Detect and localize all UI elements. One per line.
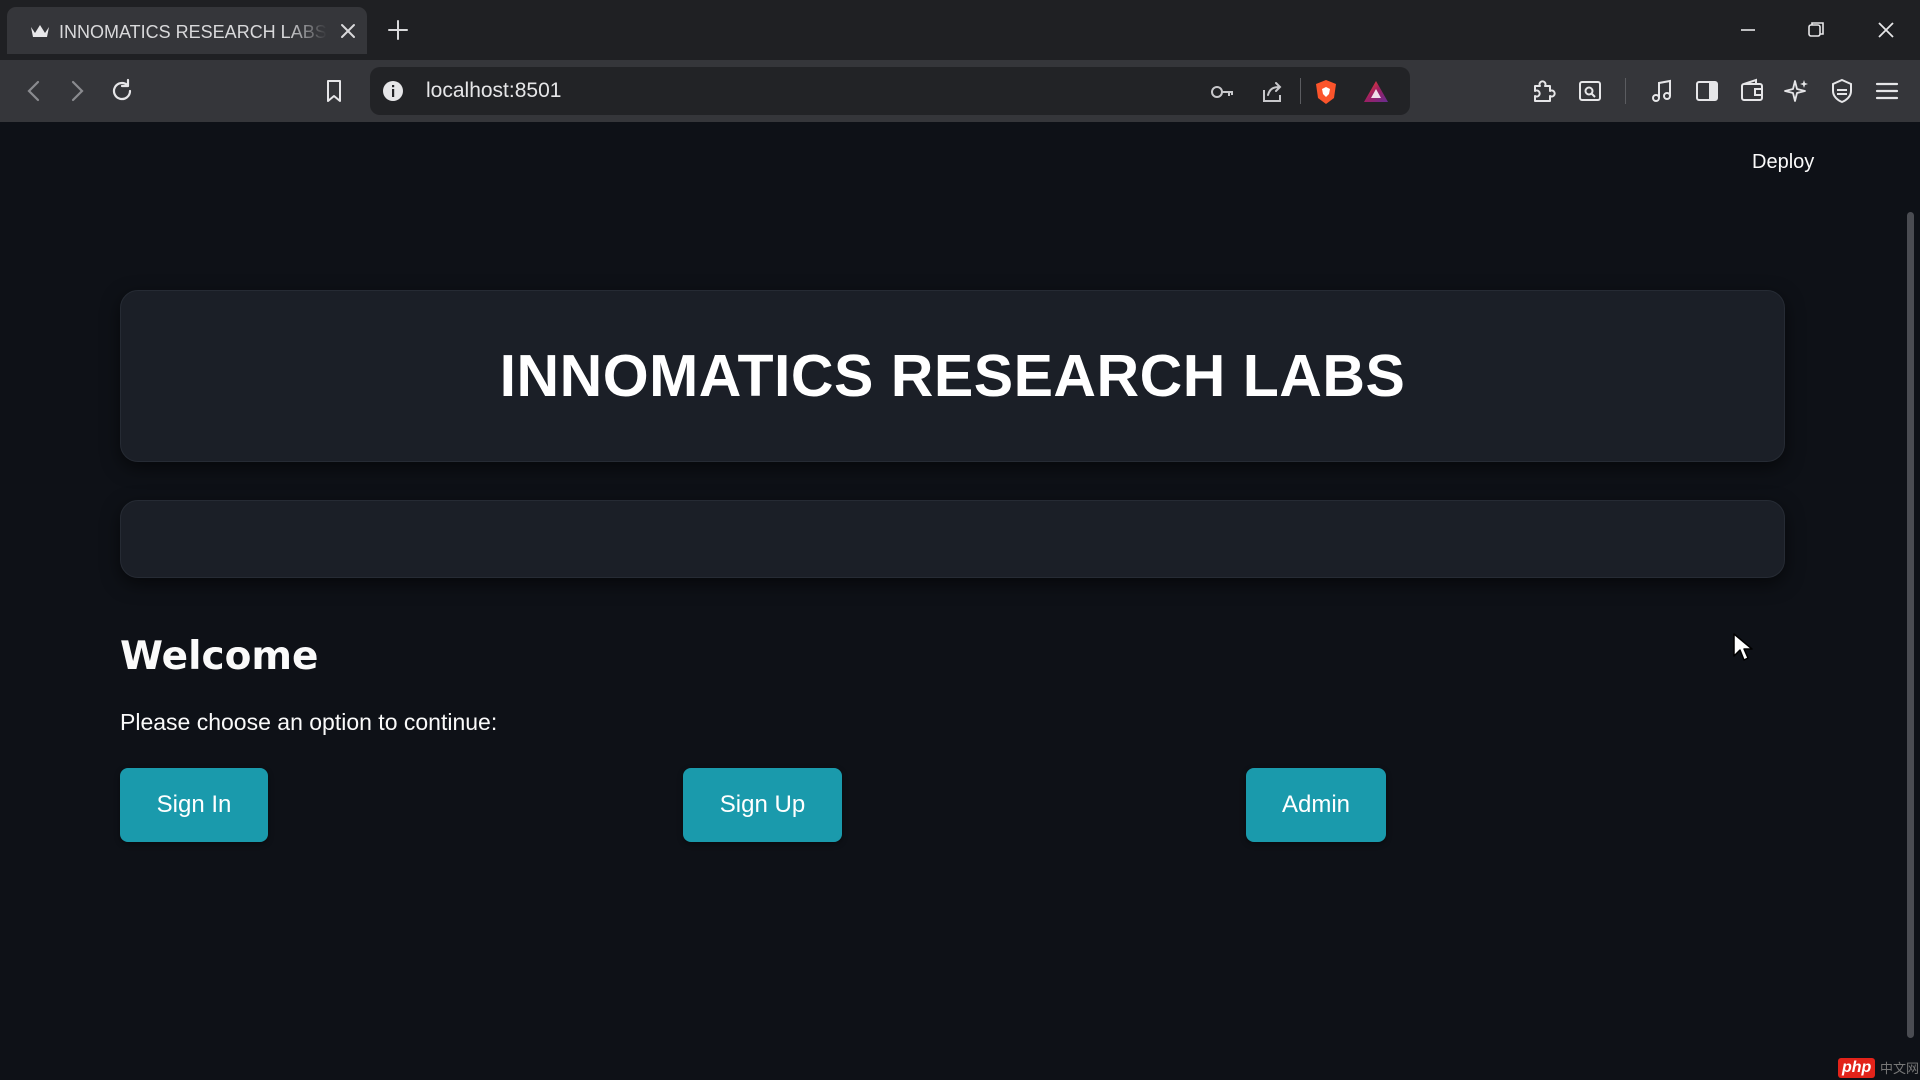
sign-up-button[interactable]: Sign Up: [683, 768, 842, 842]
chevron-right-icon[interactable]: [63, 77, 91, 105]
page-title: INNOMATICS RESEARCH LABS: [499, 343, 1406, 409]
prompt-text: Please choose an option to continue:: [120, 709, 498, 735]
key-icon[interactable]: [1208, 78, 1236, 106]
tab-title: INNOMATICS RESEARCH LABS - Streamlit: [59, 22, 327, 42]
close-window-icon[interactable]: [1872, 16, 1900, 44]
welcome-heading: Welcome: [120, 634, 319, 679]
info-icon[interactable]: [382, 80, 404, 102]
music-note-icon[interactable]: [1648, 77, 1676, 105]
app-page: Deploy INNOMATICS RESEARCH LABS Welcome …: [0, 122, 1920, 1080]
separator: [1625, 78, 1626, 104]
crown-icon: [29, 21, 51, 41]
restore-icon[interactable]: [1802, 16, 1830, 44]
browser-tab-active[interactable]: INNOMATICS RESEARCH LABS - Streamlit: [7, 7, 367, 54]
sign-in-button[interactable]: Sign In: [120, 768, 268, 842]
shield-check-icon[interactable]: [1828, 77, 1856, 105]
watermark-text: 中文网: [1880, 1061, 1920, 1076]
admin-button[interactable]: Admin: [1246, 768, 1386, 842]
tab-close-icon[interactable]: [337, 20, 359, 42]
sidebar-icon[interactable]: [1693, 77, 1721, 105]
bookmark-icon[interactable]: [320, 77, 348, 105]
share-icon[interactable]: [1258, 78, 1286, 106]
wallet-icon[interactable]: [1738, 77, 1766, 105]
separator: [1300, 78, 1301, 104]
empty-info-bar: [120, 500, 1785, 578]
scrollbar[interactable]: [1907, 212, 1914, 1038]
minimize-icon[interactable]: [1734, 16, 1762, 44]
deploy-button[interactable]: Deploy: [1752, 150, 1814, 174]
address-bar[interactable]: localhost:8501: [370, 67, 1410, 115]
triangle-icon[interactable]: [1362, 78, 1390, 106]
puzzle-icon[interactable]: [1530, 77, 1558, 105]
new-tab-plus-icon[interactable]: [386, 18, 410, 42]
watermark-logo: php: [1838, 1058, 1876, 1078]
url-text[interactable]: localhost:8501: [426, 79, 561, 103]
tab-strip: INNOMATICS RESEARCH LABS - Streamlit: [0, 0, 1920, 60]
chevron-left-icon[interactable]: [20, 77, 48, 105]
lion-shield-icon[interactable]: [1312, 78, 1340, 106]
screen-search-icon[interactable]: [1576, 77, 1604, 105]
title-banner: INNOMATICS RESEARCH LABS: [120, 290, 1785, 462]
sparkle-icon[interactable]: [1783, 77, 1811, 105]
hamburger-menu-icon[interactable]: [1873, 77, 1901, 105]
browser-toolbar: localhost:8501: [0, 60, 1920, 122]
reload-icon[interactable]: [108, 77, 136, 105]
mouse-cursor-icon: [1732, 632, 1754, 662]
